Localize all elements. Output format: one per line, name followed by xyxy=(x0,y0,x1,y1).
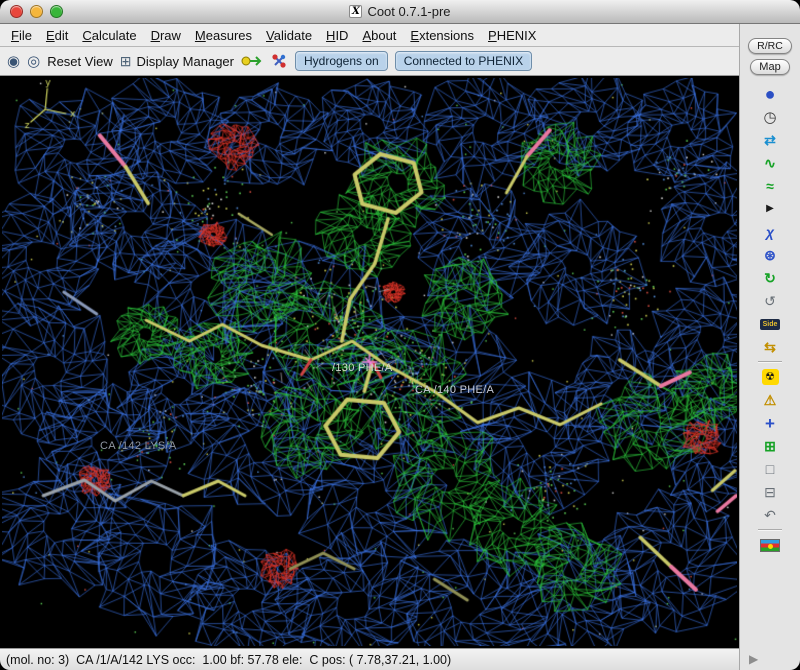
menu-extensions[interactable]: Extensions xyxy=(403,26,481,45)
flip-icon[interactable]: ⇆ xyxy=(757,336,783,358)
app-column: File Edit Calculate Draw Measures Valida… xyxy=(0,24,739,670)
go-to-atom-icon[interactable] xyxy=(241,54,263,68)
hydrogens-toggle-button[interactable]: Hydrogens on xyxy=(295,51,388,71)
warning-icon[interactable]: ⚠ xyxy=(757,389,783,411)
toolbar: ◉ ◎ Reset View ⊞ Display Manager xyxy=(0,47,739,76)
minimize-button[interactable] xyxy=(30,5,43,18)
x11-icon: X xyxy=(349,5,362,18)
phenix-connection-button[interactable]: Connected to PHENIX xyxy=(395,51,532,71)
radiation-icon[interactable]: ☢ xyxy=(757,366,783,388)
undo-icon[interactable]: ↶ xyxy=(757,504,783,526)
titlebar: X Coot 0.7.1-pre xyxy=(0,0,800,24)
menubar: File Edit Calculate Draw Measures Valida… xyxy=(0,24,739,47)
radiation-glyph: ☢ xyxy=(762,369,779,385)
corner-area: ▶ xyxy=(740,648,800,670)
reset-view-button[interactable]: Reset View xyxy=(47,54,113,69)
rotate-mode-icon[interactable]: ◉ xyxy=(7,54,20,69)
clock-icon[interactable]: ◷ xyxy=(757,106,783,128)
map-button[interactable]: Map xyxy=(750,59,789,75)
window-controls xyxy=(10,5,63,18)
window-title-text: Coot 0.7.1-pre xyxy=(367,4,450,19)
delete-icon[interactable]: ⊟ xyxy=(757,481,783,503)
ligand-builder-icon[interactable] xyxy=(270,53,288,69)
menu-phenix[interactable]: PHENIX xyxy=(481,26,543,45)
translate-icon[interactable]: ⇄ xyxy=(757,129,783,151)
close-button[interactable] xyxy=(10,5,23,18)
strip-separator xyxy=(758,361,782,363)
display-manager-button[interactable]: ⊞ Display Manager xyxy=(120,54,234,69)
menu-about[interactable]: About xyxy=(355,26,403,45)
flag-icon[interactable] xyxy=(757,534,783,556)
navigation-sphere-icon[interactable]: ● xyxy=(757,83,783,105)
menu-hid[interactable]: HID xyxy=(319,26,355,45)
torsion-icon[interactable]: ↺ xyxy=(757,290,783,312)
rotamer-icon[interactable]: ↻ xyxy=(757,267,783,289)
add-terminal-residue-icon[interactable]: + xyxy=(757,412,783,434)
gl-scene: /130 PHE/A CA /140 PHE/A CA /142 LYS/A xyxy=(0,76,739,648)
statusbar: (mol. no: 3) CA /1/A/142 LYS occ: 1.00 b… xyxy=(0,648,739,670)
side-chain-icon[interactable]: Side xyxy=(757,313,783,335)
status-text: (mol. no: 3) CA /1/A/142 LYS occ: 1.00 b… xyxy=(6,653,451,667)
ribbon-icon[interactable]: ∿ xyxy=(757,152,783,174)
right-toolbar: R/RC Map ● ◷ ⇄ ∿ ≈ ▶ χ ⊛ ↻ ↺ Side ⇆ ☢ xyxy=(739,24,800,670)
menu-file[interactable]: File xyxy=(4,26,39,45)
menu-edit[interactable]: Edit xyxy=(39,26,75,45)
main-row: File Edit Calculate Draw Measures Valida… xyxy=(0,24,800,670)
resize-play-icon[interactable]: ▶ xyxy=(749,652,758,666)
coot-window: X Coot 0.7.1-pre File Edit Calculate Dra… xyxy=(0,0,800,670)
side-chain-badge: Side xyxy=(760,319,781,330)
rrc-button[interactable]: R/RC xyxy=(748,38,792,54)
window-title: X Coot 0.7.1-pre xyxy=(349,4,450,19)
box-icon[interactable]: □ xyxy=(757,458,783,480)
target-mode-icon[interactable]: ◎ xyxy=(27,54,40,69)
display-manager-label: Display Manager xyxy=(136,54,234,69)
menu-draw[interactable]: Draw xyxy=(144,26,188,45)
add-atom-icon[interactable]: ⊞ xyxy=(757,435,783,457)
real-space-refine-icon[interactable]: ≈ xyxy=(757,175,783,197)
play-icon[interactable]: ▶ xyxy=(757,198,783,220)
display-manager-icon: ⊞ xyxy=(120,54,132,68)
zoom-button[interactable] xyxy=(50,5,63,18)
menu-calculate[interactable]: Calculate xyxy=(75,26,143,45)
gl-canvas[interactable] xyxy=(2,78,737,646)
strip-separator xyxy=(758,529,782,531)
chi-angles-icon[interactable]: χ xyxy=(757,221,783,243)
icon-strip: ● ◷ ⇄ ∿ ≈ ▶ χ ⊛ ↻ ↺ Side ⇆ ☢ ⚠ + xyxy=(757,83,783,648)
menu-validate[interactable]: Validate xyxy=(259,26,319,45)
menu-measures[interactable]: Measures xyxy=(188,26,259,45)
atom-icon[interactable]: ⊛ xyxy=(757,244,783,266)
